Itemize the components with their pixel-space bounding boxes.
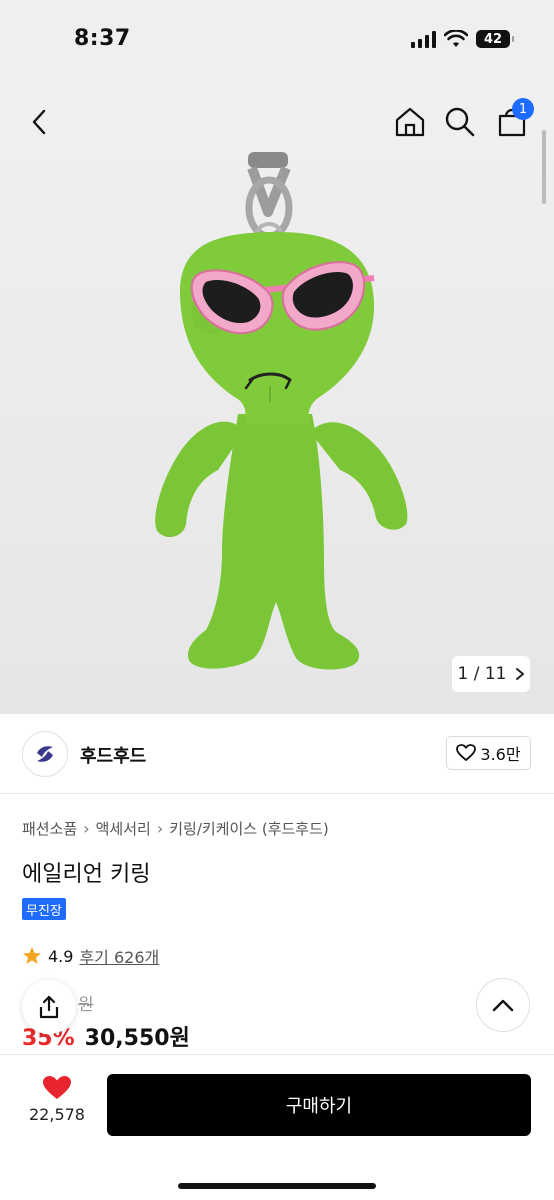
chevron-right-icon: › bbox=[156, 819, 164, 838]
purchase-bar: 22,578 구매하기 bbox=[0, 1054, 554, 1200]
home-icon bbox=[395, 107, 425, 137]
rating-value: 4.9 bbox=[48, 946, 74, 966]
brand-like-count: 3.6만 bbox=[480, 745, 521, 764]
share-icon bbox=[39, 995, 59, 1019]
brand-row: 후드후드 3.6만 bbox=[0, 714, 554, 794]
wishlist-count: 22,578 bbox=[29, 1105, 85, 1124]
home-button[interactable] bbox=[392, 104, 428, 140]
breadcrumb: 패션소품 › 액세서리 › 키링/키케이스 (후드후드) bbox=[22, 818, 329, 839]
product-image[interactable] bbox=[140, 152, 430, 692]
original-price: 원 bbox=[78, 995, 94, 1015]
share-button[interactable] bbox=[22, 980, 76, 1034]
heart-filled-icon bbox=[43, 1076, 71, 1099]
chevron-right-icon bbox=[515, 668, 524, 680]
keychain-clasp bbox=[245, 152, 293, 246]
scrollbar[interactable] bbox=[542, 130, 546, 204]
cart-button[interactable]: 1 bbox=[494, 98, 534, 140]
back-icon bbox=[32, 109, 46, 135]
gallery-pager[interactable]: 1 / 11 bbox=[452, 656, 530, 692]
breadcrumb-item[interactable]: 키링/키케이스 (후드후드) bbox=[169, 818, 329, 839]
product-title: 에일리언 키링 bbox=[22, 862, 151, 887]
star-icon bbox=[23, 947, 41, 964]
status-time: 8:37 bbox=[74, 26, 131, 51]
search-icon bbox=[445, 107, 475, 137]
status-bar: 8:37 42 bbox=[0, 0, 554, 86]
battery-icon: 42 bbox=[476, 30, 514, 48]
brand-like-button[interactable]: 3.6만 bbox=[446, 736, 531, 770]
breadcrumb-item[interactable]: 패션소품 bbox=[22, 818, 77, 839]
scroll-top-button[interactable] bbox=[476, 978, 530, 1032]
heart-outline-icon bbox=[456, 744, 477, 761]
wifi-icon bbox=[444, 30, 468, 47]
product-gallery[interactable]: 1 1 / 11 bbox=[0, 86, 554, 714]
breadcrumb-item[interactable]: 액세서리 bbox=[96, 818, 151, 839]
brand-logo-icon bbox=[37, 746, 53, 762]
store-badge: 무진장 bbox=[22, 898, 66, 920]
status-icons: 42 bbox=[411, 30, 514, 48]
back-button[interactable] bbox=[22, 104, 58, 140]
wishlist-button[interactable]: 22,578 bbox=[22, 1075, 92, 1135]
cart-badge: 1 bbox=[512, 98, 534, 120]
chevron-up-icon bbox=[492, 999, 514, 1012]
sale-price: 30,550원 bbox=[84, 1026, 190, 1051]
review-link[interactable]: 후기 626개 bbox=[79, 944, 159, 968]
home-indicator bbox=[178, 1183, 376, 1189]
pager-text: 1 / 11 bbox=[457, 664, 507, 684]
rating-row: 4.9 후기 626개 bbox=[22, 944, 159, 968]
chevron-right-icon: › bbox=[83, 819, 90, 838]
buy-button[interactable]: 구매하기 bbox=[107, 1074, 531, 1136]
alien-plush bbox=[155, 232, 408, 670]
battery-level: 42 bbox=[483, 31, 503, 47]
brand-name[interactable]: 후드후드 bbox=[80, 742, 146, 768]
search-button[interactable] bbox=[442, 104, 478, 140]
brand-logo[interactable] bbox=[22, 731, 68, 777]
signal-icon bbox=[411, 30, 436, 48]
